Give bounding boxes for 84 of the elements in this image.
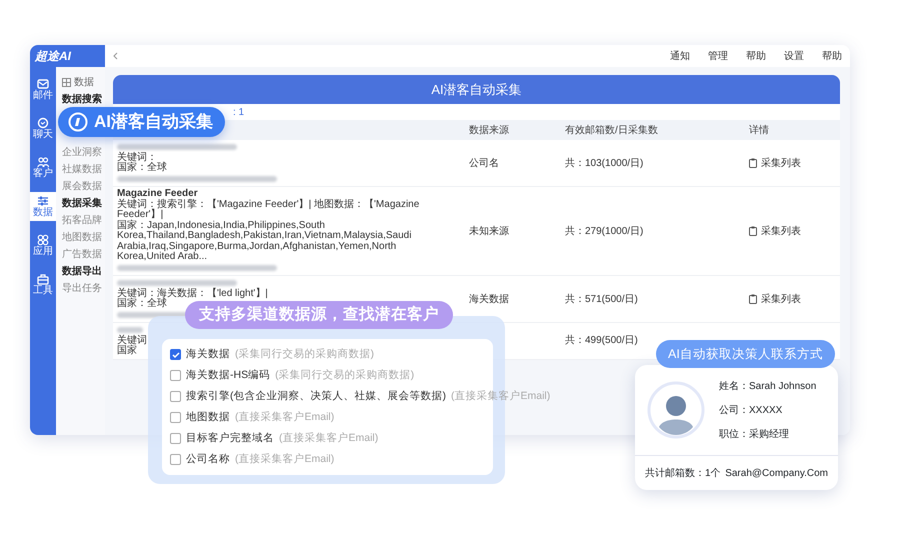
keywords-text: 关键词：搜索引擎：【'Magazine Feeder'】| 地图数据：【'Magazine Feeder'】| (117, 200, 420, 220)
clipboard-icon (749, 158, 757, 168)
top-link[interactable]: 管理 (708, 48, 728, 64)
collapse-icon (113, 52, 118, 60)
contact-badge: AI自动获取决策人联系方式 (656, 340, 835, 368)
nav-rail-item[interactable]: 邮件 (30, 75, 56, 104)
table-cell-text: 共：279(1000/日) (565, 224, 644, 238)
keywords-text: 关键词： (117, 152, 157, 162)
table-cell-text: 公司名 (469, 156, 499, 170)
option-label: 海关数据 (186, 346, 230, 362)
checkbox[interactable] (170, 433, 181, 444)
sources-badge: 支持多渠道数据源，查找潜在客户 (185, 301, 453, 329)
menu-title: 数据 (74, 76, 94, 90)
menu-heading[interactable]: 数据采集 (62, 195, 105, 212)
app-logo: 超途AI (30, 45, 105, 67)
top-link[interactable]: 帮助 (746, 48, 766, 64)
users-icon (37, 156, 49, 168)
checkbox[interactable] (170, 370, 181, 381)
table-cell-text: 共：571(500/日) (565, 292, 638, 306)
collect-list-link[interactable]: 采集列表 (749, 292, 801, 306)
clipboard-icon (749, 226, 757, 236)
logo-icon (68, 112, 88, 132)
option-hint: (直接采集客户Email) (235, 452, 334, 467)
menu-heading[interactable]: 数据导出 (62, 263, 105, 280)
page-banner: AI潜客自动采集 (113, 75, 840, 104)
option-hint: (采集同行交易的采购商数据) (235, 346, 374, 362)
option-label: 搜索引擎(包含企业洞察、决策人、社媒、展会等数据) (186, 388, 446, 404)
keywords-text: 关键词：海关数据：【'led light'】| (117, 288, 268, 298)
row-title: Magazine Feeder (117, 189, 198, 199)
option-hint: (直接采集客户Email) (451, 388, 550, 404)
contact-field: 公司：XXXXX (719, 402, 816, 418)
country-text: 国家：全球 (117, 163, 167, 174)
contact-field: 职位：采购经理 (719, 426, 816, 442)
option-hint: (采集同行交易的采购商数据) (275, 368, 414, 383)
column-header: 有效邮箱数/日采集数 (561, 120, 741, 140)
top-link[interactable]: 通知 (670, 48, 690, 64)
nav-rail-item[interactable]: 数据 (30, 192, 56, 221)
top-link[interactable]: 帮助 (822, 48, 842, 64)
apps-icon (37, 234, 49, 246)
avatar-icon (647, 381, 705, 439)
keywords-text: 关键词 (117, 336, 147, 346)
toolbox-icon (37, 273, 49, 285)
country-text: 国家：Japan,Indonesia,India,Philippines,South Korea,Thailand,Bangladesh,Pakistan,Iran,Vietnam,Malaysia,Saudi Arabia,Iraq,Singapore,Burma,Jordan,Afghanistan,Yemen,North Korea,United Arab... (117, 220, 412, 262)
checkbox[interactable] (170, 349, 181, 360)
option-hint: (直接采集客户Email) (279, 430, 378, 446)
nav-rail-item[interactable]: 客户 (30, 153, 56, 182)
contact-email: Sarah@Company.Com (725, 466, 828, 480)
country-text: 国家：全球 (117, 299, 167, 310)
checkbox[interactable] (170, 412, 181, 423)
option-label: 公司名称 (186, 452, 230, 467)
menu-item[interactable]: 拓客品牌 (62, 212, 105, 229)
menu-item[interactable]: 广告数据 (62, 246, 105, 263)
table-cell-text: 共：499(500/日) (565, 334, 638, 348)
contact-field: 姓名：Sarah Johnson (719, 378, 816, 394)
menu-item[interactable]: 地图数据 (62, 229, 105, 246)
chat-icon (37, 117, 49, 129)
option-label: 海关数据-HS编码 (186, 368, 270, 383)
collect-list-link[interactable]: 采集列表 (749, 224, 801, 238)
table-cell-text: 未知来源 (469, 224, 509, 238)
checkbox[interactable] (170, 454, 181, 465)
menu-item[interactable]: 企业洞察 (62, 144, 105, 161)
nav-rail-item[interactable]: 应用 (30, 231, 56, 260)
menu-item[interactable]: 展会数据 (62, 178, 105, 195)
country-text: 国家 (117, 346, 137, 356)
option-label: 地图数据 (186, 410, 230, 425)
menu-heading[interactable]: 数据搜索 (62, 91, 105, 108)
table-cell-text: 海关数据 (469, 292, 509, 306)
nav-rail-item[interactable]: 聊天 (30, 114, 56, 143)
clipboard-icon (749, 294, 757, 304)
option-label: 目标客户完整域名 (186, 430, 274, 446)
nav-rail-item[interactable]: 工具 (30, 270, 56, 299)
column-header: 详情 (741, 120, 840, 140)
option-hint: (直接采集客户Email) (235, 410, 334, 425)
menu-item[interactable]: 导出任务 (62, 280, 105, 297)
checkbox[interactable] (170, 391, 181, 402)
mail-icon (37, 78, 49, 90)
menu-item[interactable]: 社媒数据 (62, 161, 105, 178)
collect-list-link[interactable]: 采集列表 (749, 156, 801, 170)
sliders-icon (37, 195, 49, 207)
email-total: 共计邮箱数：1个 (645, 466, 721, 480)
table-cell-text: 共：103(1000/日) (565, 156, 644, 170)
top-link[interactable]: 设置 (784, 48, 804, 64)
column-header: 数据来源 (461, 120, 561, 140)
grid-icon (62, 78, 71, 86)
